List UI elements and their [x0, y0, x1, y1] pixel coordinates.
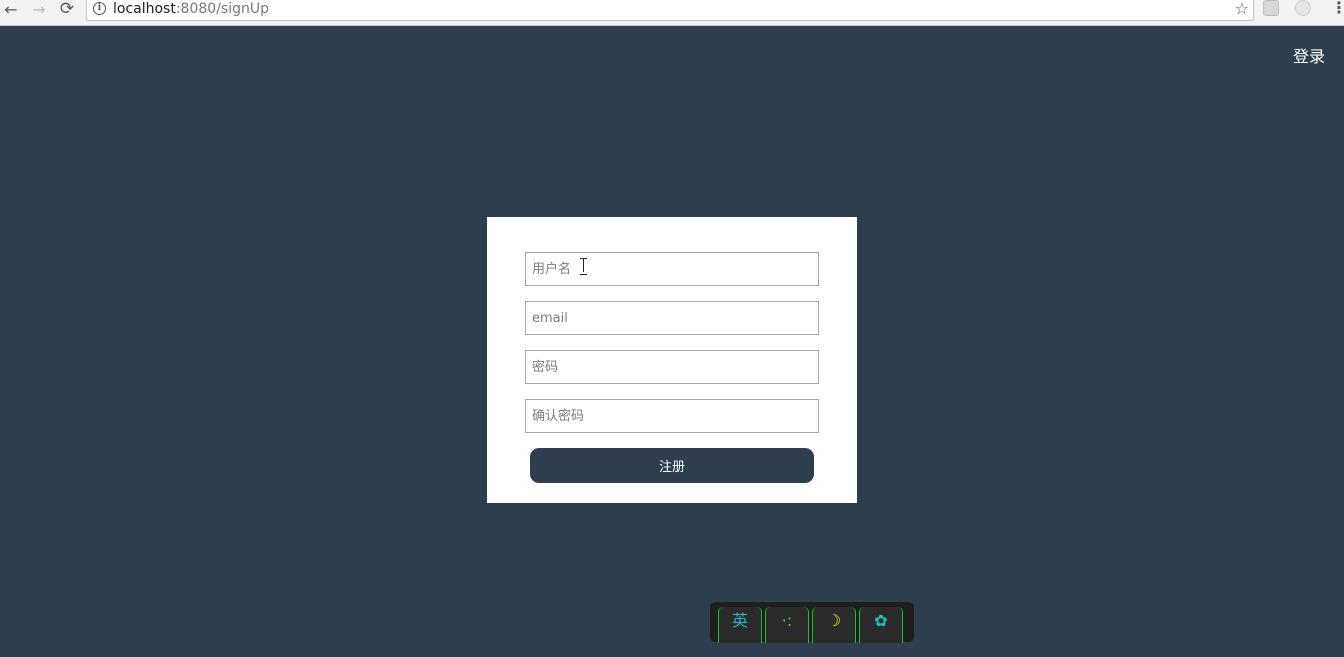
username-input[interactable]	[525, 252, 819, 286]
ime-toolbar: 英 ·: ☽ ✿	[710, 602, 914, 643]
reload-icon[interactable]: ⟳	[56, 0, 78, 19]
text-cursor-icon	[580, 258, 588, 275]
address-bar[interactable]: i localhost:8080/signUp ☆	[86, 0, 1254, 21]
email-input[interactable]	[525, 301, 819, 335]
ime-moon-icon[interactable]: ☽	[812, 607, 856, 643]
url-path: :8080/signUp	[175, 1, 269, 17]
info-icon[interactable]: i	[93, 2, 106, 15]
forward-arrow-icon[interactable]: →	[28, 0, 50, 19]
ime-english-key[interactable]: 英	[718, 607, 762, 643]
confirm-password-input[interactable]	[525, 399, 819, 433]
password-input[interactable]	[525, 350, 819, 384]
browser-toolbar: ← → ⟳ i localhost:8080/signUp ☆ ⋮	[0, 0, 1344, 26]
signup-form: 注册	[487, 217, 857, 503]
back-arrow-icon[interactable]: ←	[0, 0, 22, 19]
ime-skin-icon[interactable]: ✿	[859, 607, 903, 643]
extension-icon[interactable]	[1295, 0, 1311, 16]
signup-button[interactable]: 注册	[530, 448, 814, 483]
page-body: 登录 注册	[0, 27, 1344, 657]
login-link[interactable]: 登录	[1293, 43, 1325, 67]
bookmark-star-icon[interactable]: ☆	[1235, 0, 1249, 18]
url-host: localhost	[113, 1, 176, 17]
ime-punctuation-key[interactable]: ·:	[765, 607, 809, 643]
menu-dots-icon[interactable]: ⋮	[1331, 0, 1344, 16]
extension-icon[interactable]	[1263, 0, 1279, 16]
url-text[interactable]: localhost:8080/signUp	[113, 1, 269, 17]
